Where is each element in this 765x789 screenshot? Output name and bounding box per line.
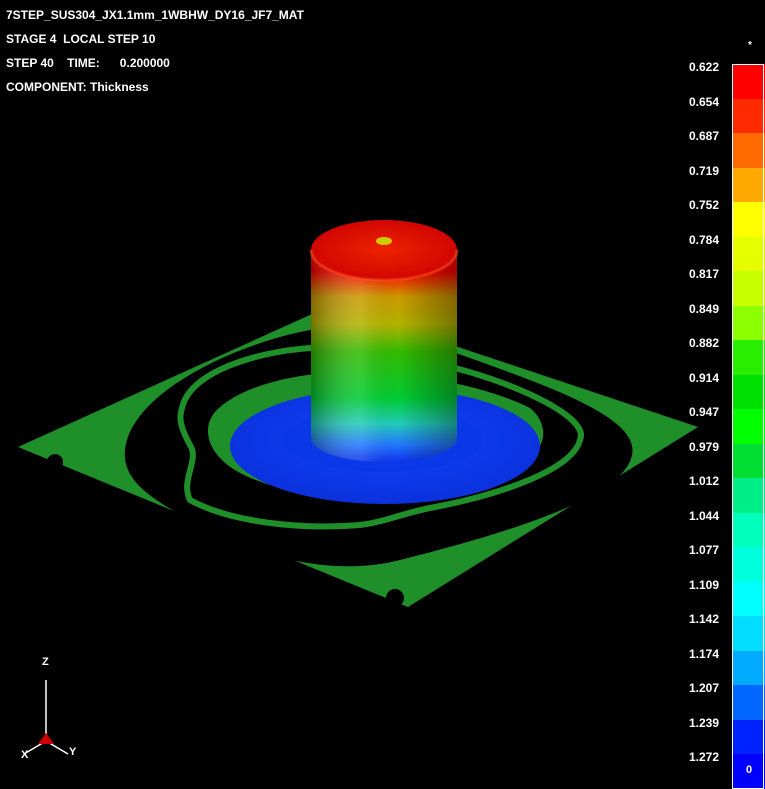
legend-label: 0.752 xyxy=(688,198,719,212)
legend-bottom-mark: 0 xyxy=(746,764,753,776)
legend-label: 0.654 xyxy=(688,94,719,109)
axis-z-label: Z xyxy=(42,656,49,668)
legend-label: 0.947 xyxy=(688,405,719,419)
legend-label: 1.077 xyxy=(688,543,719,557)
cup-top-center xyxy=(376,237,392,245)
legend-label: 0.622 xyxy=(688,60,719,74)
legend-label: 0.687 xyxy=(688,129,719,143)
legend-top-mark: * xyxy=(748,40,752,51)
legend-label: 1.207 xyxy=(688,681,719,695)
legend-label: 0.979 xyxy=(688,439,719,454)
legend-label: 0.914 xyxy=(688,370,719,385)
legend-label: 1.239 xyxy=(688,715,719,730)
axis-y-label: Y xyxy=(69,746,77,758)
legend-label: 1.044 xyxy=(688,508,719,523)
legend-label: 0.849 xyxy=(688,301,719,316)
fem-viewport[interactable] xyxy=(0,0,730,640)
legend-label: 0.784 xyxy=(688,232,719,247)
legend-label: 1.174 xyxy=(688,646,719,661)
legend-label: 0.882 xyxy=(688,336,719,350)
cup-wall-shade xyxy=(311,250,457,462)
legend-label: 0.817 xyxy=(688,267,719,281)
legend-label: 1.012 xyxy=(688,474,719,488)
axis-x-label: X xyxy=(21,749,29,761)
legend-label: 0.719 xyxy=(688,163,719,178)
legend-frame xyxy=(732,64,764,789)
legend-label: 1.272 xyxy=(688,750,719,764)
legend-label: 1.142 xyxy=(688,612,719,626)
notch xyxy=(386,589,404,607)
notch xyxy=(47,454,63,470)
legend-label: 1.109 xyxy=(688,577,719,592)
